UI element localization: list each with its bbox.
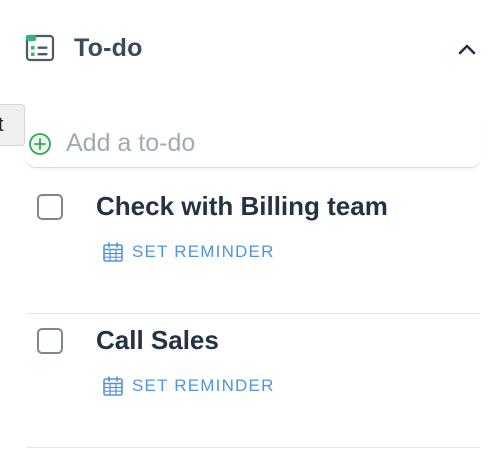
calendar-icon <box>103 242 123 262</box>
reminder-label: SET REMINDER <box>132 242 275 261</box>
chevron-up-icon[interactable] <box>455 37 479 61</box>
set-reminder-button[interactable]: SET REMINDER <box>102 374 275 398</box>
todo-checkbox[interactable] <box>37 194 63 220</box>
todo-title: Call Sales <box>96 325 219 355</box>
todo-panel-header: To-do <box>0 0 500 96</box>
side-tab-label: t <box>0 114 4 136</box>
add-todo-row <box>26 118 480 168</box>
todo-title: Check with Billing team <box>96 191 388 221</box>
panel-title: To-do <box>74 34 143 62</box>
todo-item: Call Sales SET REMINDER <box>26 314 480 448</box>
todo-item: Check with Billing team SET REMINDER <box>26 180 480 314</box>
set-reminder-button[interactable]: SET REMINDER <box>102 240 275 264</box>
todo-checkbox[interactable] <box>37 328 63 354</box>
todo-list-icon <box>25 34 55 62</box>
side-tab[interactable]: t <box>0 104 25 146</box>
add-todo-input[interactable] <box>66 126 466 160</box>
reminder-label: SET REMINDER <box>132 376 275 395</box>
calendar-icon <box>103 376 123 396</box>
plus-circle-icon[interactable] <box>28 132 52 156</box>
